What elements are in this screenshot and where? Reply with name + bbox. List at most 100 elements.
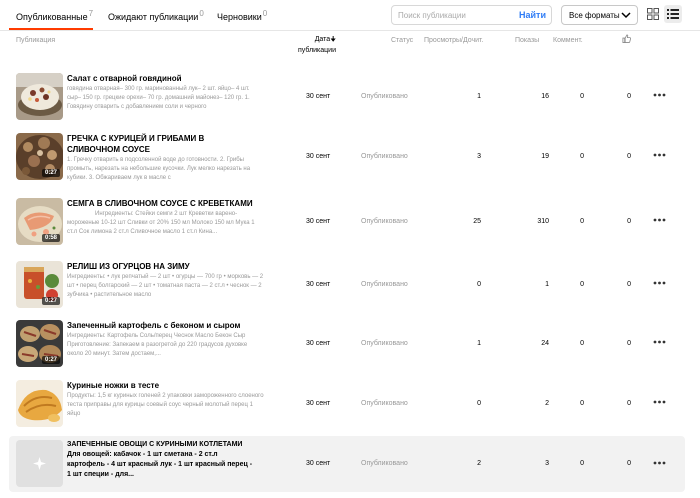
thumbnail-placeholder[interactable]: [16, 440, 63, 487]
column-header-impressions: Показы: [515, 37, 540, 44]
comments-count: 0: [580, 460, 584, 467]
views-count: 25: [473, 218, 481, 225]
likes-count: 0: [627, 153, 631, 160]
impressions-count: 310: [537, 218, 549, 225]
publication-description: Ингредиенты: Картофель Соль/перец Чеснок…: [67, 333, 248, 357]
list-view-icon: [667, 9, 679, 19]
format-dropdown[interactable]: Все форматы: [561, 5, 638, 25]
publication-status: Опубликовано: [361, 218, 408, 225]
impressions-count: 2: [545, 400, 549, 407]
search-box: Найти: [391, 5, 552, 25]
video-duration: 0:58: [41, 234, 60, 242]
tab-scheduled[interactable]: Ожидают публикации0: [108, 9, 204, 22]
thumbnail-image[interactable]: 0:58: [16, 198, 63, 245]
chicken-pastry-photo: [16, 380, 63, 427]
thumbnail-image[interactable]: 0:27: [16, 133, 63, 180]
likes-count: 0: [627, 460, 631, 467]
column-header-date[interactable]: Дата🠋 публикации: [287, 34, 336, 56]
grid-view-button[interactable]: [644, 5, 662, 23]
likes-count: 0: [627, 93, 631, 100]
chevron-down-icon: [621, 12, 631, 19]
arrow-down-icon: 🠋: [330, 36, 336, 43]
more-dots-icon[interactable]: [653, 218, 666, 222]
tab-published[interactable]: Опубликованные7: [16, 9, 93, 22]
publication-title[interactable]: Салат с отварной говядиной: [67, 73, 257, 84]
impressions-count: 16: [541, 93, 549, 100]
publication-date: 30 сент: [306, 93, 331, 100]
video-duration: 0:27: [41, 297, 60, 305]
likes-count: 0: [627, 281, 631, 288]
table-row[interactable]: 0:27 Запеченный картофель с беконом и сы…: [9, 318, 685, 376]
publication-date: 30 сент: [306, 218, 331, 225]
views-count: 1: [477, 93, 481, 100]
table-row[interactable]: ЗАПЕЧЕННЫЕ ОВОЩИ С КУРИНЫМИ КОТЛЕТАМИ Дл…: [9, 436, 685, 492]
likes-count: 0: [627, 400, 631, 407]
video-duration: 0:27: [41, 356, 60, 364]
search-input[interactable]: [398, 9, 508, 22]
comments-count: 0: [580, 218, 584, 225]
publication-title[interactable]: ГРЕЧКА С КУРИЦЕЙ И ГРИБАМИ В СЛИВОЧНОМ С…: [67, 133, 257, 155]
more-dots-icon[interactable]: [653, 461, 666, 465]
likes-count: 0: [627, 340, 631, 347]
impressions-count: 24: [541, 340, 549, 347]
publication-title[interactable]: СЕМГА В СЛИВОЧНОМ СОУСЕ С КРЕВЕТКАМИ: [67, 198, 257, 209]
thumbnail-image[interactable]: [16, 73, 63, 120]
tab-count: 7: [88, 9, 94, 18]
comments-count: 0: [580, 281, 584, 288]
more-dots-icon[interactable]: [653, 153, 666, 157]
publication-title[interactable]: Куриные ножки в тесте: [67, 380, 257, 391]
publication-date: 30 сент: [306, 340, 331, 347]
table-row[interactable]: Куриные ножки в тесте Продукты: 1,5 кг к…: [9, 378, 685, 436]
sparkle-icon: [33, 457, 46, 470]
more-dots-icon[interactable]: [653, 281, 666, 285]
views-count: 0: [477, 281, 481, 288]
publication-description: 1. Гречку отварить в подсоленной воде до…: [67, 157, 251, 181]
comments-count: 0: [580, 340, 584, 347]
date-header-line2: публикации: [298, 47, 336, 54]
publication-status: Опубликовано: [361, 153, 408, 160]
list-view-button[interactable]: [664, 5, 682, 23]
more-dots-icon[interactable]: [653, 400, 666, 404]
views-count: 3: [477, 153, 481, 160]
publication-date: 30 сент: [306, 400, 331, 407]
search-button[interactable]: Найти: [519, 10, 546, 20]
tab-label: Ожидают публикации: [108, 12, 199, 22]
impressions-count: 3: [545, 460, 549, 467]
publication-title[interactable]: РЕЛИШ ИЗ ОГУРЦОВ НА ЗИМУ: [67, 261, 257, 272]
publication-status: Опубликовано: [361, 340, 408, 347]
grid-view-icon: [647, 8, 659, 20]
more-dots-icon[interactable]: [653, 340, 666, 344]
comments-count: 0: [580, 400, 584, 407]
thumbs-up-icon: [622, 34, 631, 43]
publication-description: говядина отварная– 300 гр. маринованный …: [67, 86, 250, 110]
publication-date: 30 сент: [306, 460, 331, 467]
column-header-comments: Коммент.: [553, 37, 583, 44]
thumbnail-image[interactable]: [16, 380, 63, 427]
thumbnail-image[interactable]: 0:27: [16, 320, 63, 367]
publication-date: 30 сент: [306, 153, 331, 160]
tab-count: 0: [199, 9, 204, 18]
table-row[interactable]: 0:27 ГРЕЧКА С КУРИЦЕЙ И ГРИБАМИ В СЛИВОЧ…: [9, 131, 685, 189]
publication-description: Ингредиенты: Стейки семги 2 шт Креветки …: [67, 211, 255, 235]
publication-status: Опубликовано: [361, 400, 408, 407]
thumbnail-image[interactable]: 0:27: [16, 261, 63, 308]
more-dots-icon[interactable]: [653, 93, 666, 97]
publication-title[interactable]: ЗАПЕЧЕННЫЕ ОВОЩИ С КУРИНЫМИ КОТЛЕТАМИ Дл…: [67, 440, 257, 480]
tab-drafts[interactable]: Черновики0: [217, 9, 267, 22]
publication-date: 30 сент: [306, 281, 331, 288]
publication-description: Ингредиенты: • лук репчатый — 2 шт • огу…: [67, 274, 264, 298]
table-row[interactable]: 0:58 СЕМГА В СЛИВОЧНОМ СОУСЕ С КРЕВЕТКАМ…: [9, 196, 685, 254]
impressions-count: 1: [545, 281, 549, 288]
likes-count: 0: [627, 218, 631, 225]
column-header-publication: Публикация: [16, 37, 56, 44]
publication-status: Опубликовано: [361, 460, 408, 467]
table-row[interactable]: 0:27 РЕЛИШ ИЗ ОГУРЦОВ НА ЗИМУ Ингредиент…: [9, 259, 685, 317]
tab-count: 0: [262, 9, 268, 18]
publication-title[interactable]: Запеченный картофель с беконом и сыром: [67, 320, 257, 331]
comments-count: 0: [580, 93, 584, 100]
publication-status: Опубликовано: [361, 93, 408, 100]
publication-description: Продукты: 1,5 кг куриных голеней 2 упако…: [67, 393, 264, 417]
salad-photo: [16, 73, 63, 120]
table-row[interactable]: Салат с отварной говядиной говядина отва…: [9, 71, 685, 129]
views-count: 1: [477, 340, 481, 347]
